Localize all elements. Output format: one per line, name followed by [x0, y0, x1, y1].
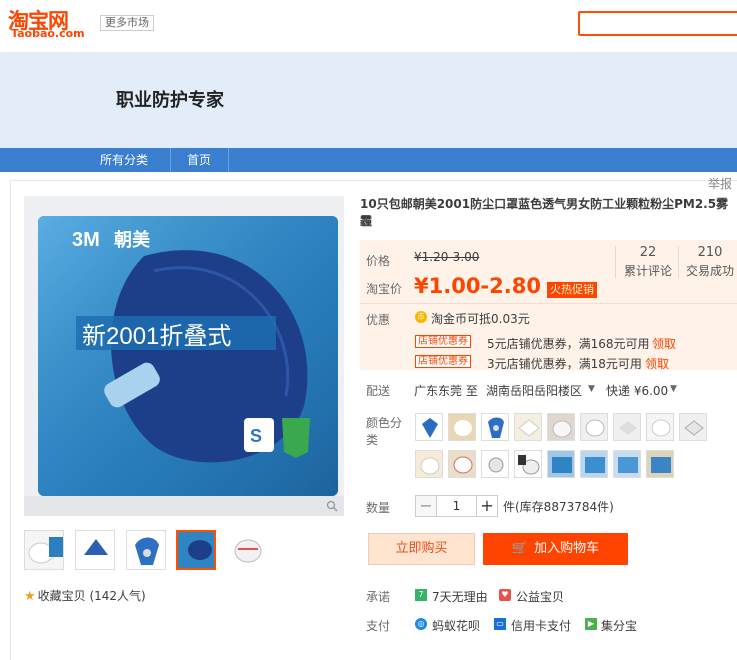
- nav-divider: [228, 148, 229, 172]
- color-option[interactable]: [415, 413, 443, 441]
- color-option[interactable]: [580, 450, 608, 478]
- quantity-increase-button[interactable]: +: [476, 495, 498, 517]
- nav-home[interactable]: 首页: [172, 148, 226, 172]
- stats-divider: [678, 246, 679, 278]
- color-option[interactable]: [514, 413, 542, 441]
- product-title: 10只包邮朝美2001防尘口罩蓝色透气男女防工业颗粒粉尘PM2.5雾霾: [360, 197, 729, 228]
- color-option[interactable]: [679, 413, 707, 441]
- mask-package-image: 新2001折叠式 3M 朝美 S: [24, 196, 344, 516]
- package-brand-text: 朝美: [114, 229, 150, 250]
- hot-promo-badge: 火热促销: [547, 282, 597, 298]
- svg-text:S: S: [250, 426, 262, 446]
- original-price: ¥1.20-3.00: [414, 250, 480, 264]
- quantity-decrease-button[interactable]: −: [415, 495, 437, 517]
- shipping-method[interactable]: 快递 ¥6.00: [606, 382, 668, 399]
- favorite-label: 收藏宝贝 (142人气): [37, 589, 146, 603]
- color-option[interactable]: [547, 413, 575, 441]
- color-option[interactable]: [613, 413, 641, 441]
- zoom-icon[interactable]: [326, 500, 338, 512]
- payment-credit-card[interactable]: 信用卡支付: [511, 617, 571, 634]
- jifenbao-icon: ▶: [585, 618, 597, 630]
- color-option[interactable]: [547, 450, 575, 478]
- report-link[interactable]: 举报: [708, 175, 732, 192]
- cart-icon: 🛒: [511, 541, 529, 556]
- payment-label: 支付: [366, 619, 391, 633]
- seven-day-return-icon: 7: [415, 589, 427, 601]
- promise-7day[interactable]: 7天无理由: [432, 588, 488, 605]
- charity-icon: ♥: [499, 589, 511, 601]
- star-icon: ★: [24, 589, 36, 604]
- color-option[interactable]: [613, 450, 641, 478]
- shop-banner: [0, 52, 737, 148]
- shop-nav: 所有分类 首页: [0, 148, 737, 172]
- nav-divider: [170, 148, 171, 172]
- thumbnail-1[interactable]: [24, 530, 64, 570]
- color-option[interactable]: [646, 450, 674, 478]
- color-option[interactable]: [481, 413, 509, 441]
- promo-label: 优惠: [366, 313, 391, 327]
- shipping-from: 广东东莞 至: [414, 384, 478, 398]
- color-option[interactable]: [514, 450, 542, 478]
- price-label: 价格: [366, 254, 391, 268]
- stock-text: 件(库存8873784件): [503, 500, 614, 514]
- chevron-down-icon[interactable]: ▼: [670, 384, 677, 394]
- thumbnail-5[interactable]: [227, 530, 267, 570]
- add-cart-label: 加入购物车: [534, 541, 600, 556]
- favorite-button[interactable]: ★ 收藏宝贝 (142人气): [24, 587, 146, 604]
- sales-count: 210: [697, 245, 723, 260]
- search-input[interactable]: [578, 11, 737, 36]
- chevron-down-icon[interactable]: ▼: [588, 384, 595, 394]
- package-model-text: 新2001折叠式: [82, 323, 231, 350]
- coupon-claim-link-1[interactable]: 领取: [652, 335, 676, 352]
- shipping-destination[interactable]: 湖南岳阳岳阳楼区: [486, 382, 582, 399]
- review-label[interactable]: 累计评论: [618, 262, 678, 279]
- coupon-text-1: 5元店铺优惠券，满168元可用: [487, 337, 650, 351]
- color-option[interactable]: [415, 450, 443, 478]
- sales-label: 交易成功: [685, 264, 734, 278]
- color-label: 颜色分类: [366, 416, 403, 447]
- coupon-tag-1: 店铺优惠券: [415, 335, 471, 348]
- shipping-label: 配送: [366, 384, 391, 398]
- svg-text:3M: 3M: [72, 229, 100, 251]
- payment-huabei[interactable]: 蚂蚁花呗: [432, 617, 480, 634]
- buy-now-button[interactable]: 立即购买: [368, 533, 475, 565]
- review-count[interactable]: 22: [618, 245, 678, 260]
- color-option[interactable]: [481, 450, 509, 478]
- thumbnail-2[interactable]: [75, 530, 115, 570]
- tb-price-label: 淘宝价: [366, 282, 403, 296]
- color-option[interactable]: [580, 413, 608, 441]
- coin-discount-text: 淘金币可抵0.03元: [431, 312, 530, 326]
- coupon-claim-link-2[interactable]: 领取: [645, 355, 669, 372]
- coupon-text-2: 3元店铺优惠券，满18元可用: [487, 357, 642, 371]
- color-option[interactable]: [448, 450, 476, 478]
- taobao-price: ¥1.00-2.80: [414, 274, 541, 298]
- quantity-input[interactable]: 1: [437, 495, 476, 517]
- promise-charity[interactable]: 公益宝贝: [516, 588, 564, 605]
- credit-card-icon: ▭: [494, 618, 506, 630]
- more-market-button[interactable]: 更多市场: [100, 15, 154, 31]
- huabei-icon: ◎: [415, 618, 427, 630]
- coupon-tag-2: 店铺优惠券: [415, 355, 471, 368]
- nav-all-categories[interactable]: 所有分类: [88, 148, 160, 172]
- promise-label: 承诺: [366, 590, 391, 604]
- taobao-logo-en[interactable]: Taobao.com: [11, 27, 85, 40]
- color-option[interactable]: [448, 413, 476, 441]
- color-option[interactable]: [646, 413, 674, 441]
- price-divider: [360, 303, 737, 304]
- add-to-cart-button[interactable]: 🛒 加入购物车: [483, 533, 628, 565]
- thumbnail-4-selected[interactable]: [176, 530, 216, 570]
- taojinbi-coin-icon: 币: [415, 311, 427, 323]
- main-product-image[interactable]: 新2001折叠式 3M 朝美 S: [24, 196, 344, 516]
- shop-title: 职业防护专家: [116, 90, 224, 111]
- stats-divider: [615, 246, 616, 278]
- top-header: 淘宝网 Taobao.com 更多市场: [0, 0, 737, 48]
- quantity-label: 数量: [366, 501, 391, 515]
- payment-jifenbao[interactable]: 集分宝: [601, 617, 637, 634]
- thumbnail-3[interactable]: [126, 530, 166, 570]
